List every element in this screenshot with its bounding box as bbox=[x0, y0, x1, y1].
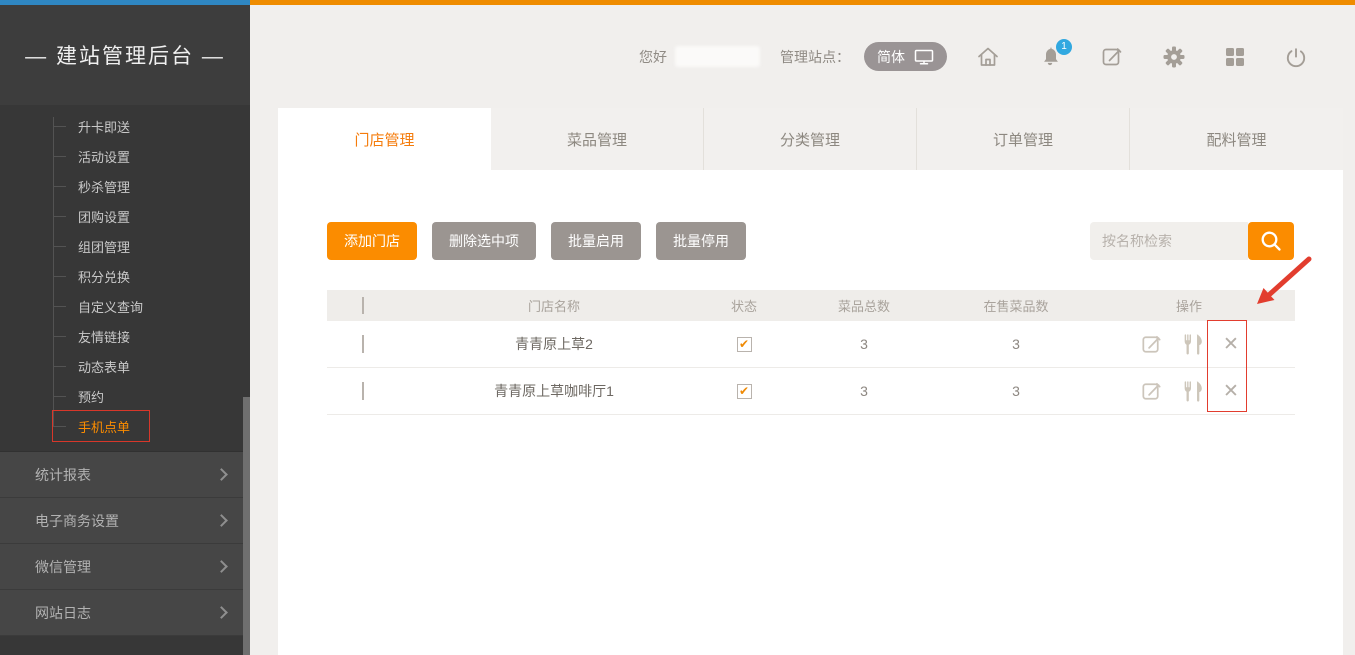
tab-store-management[interactable]: 门店管理 bbox=[278, 108, 491, 170]
add-store-button[interactable]: 添加门店 bbox=[327, 222, 417, 260]
sidebar-item-mobile-ordering[interactable]: 手机点单 bbox=[0, 411, 250, 441]
toolbar: 添加门店 删除选中项 批量启用 批量停用 bbox=[327, 222, 1295, 260]
table-row: 青青原上草2 ✔ 3 3 ✕ bbox=[327, 321, 1295, 368]
col-header-total-dishes: 菜品总数 bbox=[779, 296, 949, 315]
sidebar-item-group-manage[interactable]: 组团管理 bbox=[0, 231, 250, 261]
search-input[interactable] bbox=[1090, 222, 1248, 260]
batch-disable-button[interactable]: 批量停用 bbox=[656, 222, 746, 260]
edit-icon[interactable] bbox=[1139, 332, 1164, 357]
row-checkbox[interactable] bbox=[362, 335, 364, 353]
sidebar-item-card-gift[interactable]: 升卡即送 bbox=[0, 111, 250, 141]
sidebar-item-custom-query[interactable]: 自定义查询 bbox=[0, 291, 250, 321]
app-title: — 建站管理后台 — bbox=[0, 5, 250, 105]
col-header-store-name: 门店名称 bbox=[399, 296, 709, 315]
row-actions: ✕ bbox=[1083, 331, 1295, 358]
store-name: 青青原上草咖啡厅1 bbox=[399, 381, 709, 401]
tab-order-management[interactable]: 订单管理 bbox=[917, 108, 1130, 170]
sidebar-item-activity-settings[interactable]: 活动设置 bbox=[0, 141, 250, 171]
chevron-right-icon bbox=[215, 514, 228, 527]
select-all-checkbox[interactable] bbox=[362, 297, 364, 314]
site-label: 管理站点： bbox=[780, 47, 850, 67]
search-icon bbox=[1258, 228, 1284, 254]
sidebar-group-wechat[interactable]: 微信管理 bbox=[0, 544, 250, 590]
on-sale-dishes-value: 3 bbox=[949, 336, 1083, 352]
bell-icon[interactable]: 1 bbox=[1037, 44, 1063, 70]
header-icons: 1 bbox=[975, 44, 1309, 70]
tab-bar: 门店管理 菜品管理 分类管理 订单管理 配料管理 bbox=[278, 108, 1343, 170]
content-panel: 门店管理 菜品管理 分类管理 订单管理 配料管理 添加门店 删除选中项 批量启用… bbox=[278, 108, 1343, 655]
redacted-username bbox=[675, 46, 760, 67]
grid-icon[interactable] bbox=[1223, 45, 1247, 69]
sidebar-item-reservation[interactable]: 预约 bbox=[0, 381, 250, 411]
sidebar-group-site-logs[interactable]: 网站日志 bbox=[0, 590, 250, 636]
delete-row-icon[interactable]: ✕ bbox=[1223, 382, 1239, 401]
tab-category-management[interactable]: 分类管理 bbox=[704, 108, 917, 170]
col-header-on-sale-dishes: 在售菜品数 bbox=[949, 296, 1083, 315]
batch-enable-button[interactable]: 批量启用 bbox=[551, 222, 641, 260]
sidebar-submenu: 升卡即送 活动设置 秒杀管理 团购设置 组团管理 积分兑换 自定义查询 友情链接… bbox=[0, 105, 250, 451]
chevron-right-icon bbox=[215, 560, 228, 573]
row-checkbox[interactable] bbox=[362, 382, 364, 400]
table-row: 青青原上草咖啡厅1 ✔ 3 3 ✕ bbox=[327, 368, 1295, 415]
delete-selected-button[interactable]: 删除选中项 bbox=[432, 222, 536, 260]
status-checkbox-checked[interactable]: ✔ bbox=[737, 337, 752, 352]
gear-icon[interactable] bbox=[1161, 44, 1187, 70]
on-sale-dishes-value: 3 bbox=[949, 383, 1083, 399]
sidebar-item-group-buy[interactable]: 团购设置 bbox=[0, 201, 250, 231]
edit-icon[interactable] bbox=[1139, 379, 1164, 404]
power-icon[interactable] bbox=[1283, 44, 1309, 70]
chevron-right-icon bbox=[215, 468, 228, 481]
sidebar-group-ecommerce[interactable]: 电子商务设置 bbox=[0, 498, 250, 544]
col-header-actions: 操作 bbox=[1083, 296, 1295, 315]
sidebar-item-dynamic-forms[interactable]: 动态表单 bbox=[0, 351, 250, 381]
greeting-text: 您好 bbox=[639, 47, 667, 67]
tree-line bbox=[53, 117, 54, 426]
top-header: 您好 管理站点： 简体 1 bbox=[250, 5, 1355, 108]
row-actions: ✕ bbox=[1083, 378, 1295, 405]
total-dishes-value: 3 bbox=[779, 336, 949, 352]
sidebar-group-statistics[interactable]: 统计报表 bbox=[0, 452, 250, 498]
cutlery-icon[interactable] bbox=[1180, 378, 1207, 405]
col-header-status: 状态 bbox=[709, 296, 779, 315]
admin-screen: — 建站管理后台 — 升卡即送 活动设置 秒杀管理 团购设置 组团管理 积分兑换… bbox=[0, 0, 1355, 655]
sidebar-item-friend-links[interactable]: 友情链接 bbox=[0, 321, 250, 351]
language-pill[interactable]: 简体 bbox=[864, 42, 947, 71]
status-checkbox-checked[interactable]: ✔ bbox=[737, 384, 752, 399]
monitor-icon bbox=[914, 49, 934, 65]
sidebar: — 建站管理后台 — 升卡即送 活动设置 秒杀管理 团购设置 组团管理 积分兑换… bbox=[0, 5, 250, 655]
store-table: 门店名称 状态 菜品总数 在售菜品数 操作 青青原上草2 ✔ 3 3 bbox=[327, 290, 1295, 415]
sidebar-item-points-exchange[interactable]: 积分兑换 bbox=[0, 261, 250, 291]
sidebar-item-flash-sale[interactable]: 秒杀管理 bbox=[0, 171, 250, 201]
notification-badge: 1 bbox=[1056, 39, 1072, 55]
sidebar-scrollbar[interactable] bbox=[243, 397, 250, 655]
home-icon[interactable] bbox=[975, 44, 1001, 70]
chevron-right-icon bbox=[215, 606, 228, 619]
table-header-row: 门店名称 状态 菜品总数 在售菜品数 操作 bbox=[327, 290, 1295, 321]
cutlery-icon[interactable] bbox=[1180, 331, 1207, 358]
search-button[interactable] bbox=[1248, 222, 1294, 260]
compose-icon[interactable] bbox=[1099, 44, 1125, 70]
tab-ingredient-management[interactable]: 配料管理 bbox=[1130, 108, 1343, 170]
total-dishes-value: 3 bbox=[779, 383, 949, 399]
store-name: 青青原上草2 bbox=[399, 334, 709, 354]
delete-row-icon[interactable]: ✕ bbox=[1223, 335, 1239, 354]
tab-dish-management[interactable]: 菜品管理 bbox=[491, 108, 704, 170]
search-box bbox=[1090, 222, 1294, 260]
sidebar-groups: 统计报表 电子商务设置 微信管理 网站日志 bbox=[0, 451, 250, 636]
